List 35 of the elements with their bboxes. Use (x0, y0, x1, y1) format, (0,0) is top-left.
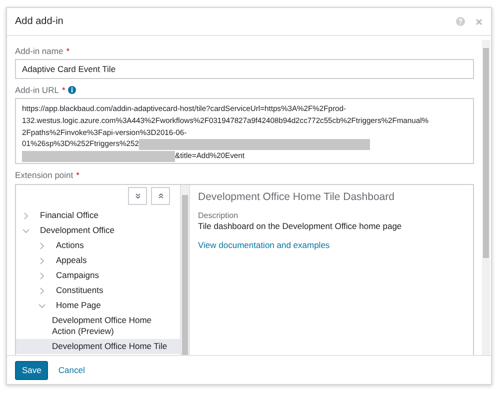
tree-item[interactable]: Campaigns (16, 268, 180, 283)
name-input[interactable]: Adaptive Card Event Tile (15, 59, 474, 79)
expand-all-button[interactable] (128, 187, 147, 205)
collapse-all-button[interactable] (151, 187, 170, 205)
documentation-link[interactable]: View documentation and examples (198, 240, 465, 250)
tree-item[interactable]: Development Office (16, 223, 180, 238)
tree-item[interactable]: Constituents (16, 283, 180, 298)
double-chevron-down-icon (134, 193, 140, 199)
save-button[interactable]: Save (15, 360, 48, 380)
field-label: Add-in name (15, 46, 64, 56)
tree-item[interactable]: Home Page (16, 298, 180, 313)
chevron-right-icon (22, 212, 30, 220)
tree-item[interactable]: Appeals (16, 253, 180, 268)
chevron-down-icon (38, 302, 46, 310)
required-marker: * (62, 85, 66, 95)
close-icon[interactable] (475, 18, 483, 26)
tree-item[interactable]: Financial Office (16, 208, 180, 223)
dialog-title: Add add-in (15, 16, 64, 27)
help-icon[interactable] (456, 17, 465, 26)
cancel-button[interactable]: Cancel (58, 365, 85, 375)
tree-item[interactable]: Development Office Home Tile (16, 339, 180, 354)
info-icon[interactable] (68, 86, 76, 94)
double-chevron-up-icon (158, 193, 164, 199)
detail-title: Development Office Home Tile Dashboard (198, 191, 396, 203)
required-marker: * (76, 170, 80, 180)
scrollbar[interactable] (482, 40, 490, 355)
field-label: Extension point (15, 170, 74, 180)
description-text: Tile dashboard on the Development Office home page (198, 221, 403, 231)
required-marker: * (66, 46, 70, 56)
description-label: Description (198, 211, 240, 220)
tree-item[interactable]: Actions (16, 238, 180, 253)
tree-item[interactable]: Development Office Home Action (Preview) (16, 313, 180, 339)
scrollbar[interactable] (180, 185, 189, 355)
field-label: Add-in URL (15, 85, 59, 95)
chevron-down-icon (22, 227, 30, 235)
